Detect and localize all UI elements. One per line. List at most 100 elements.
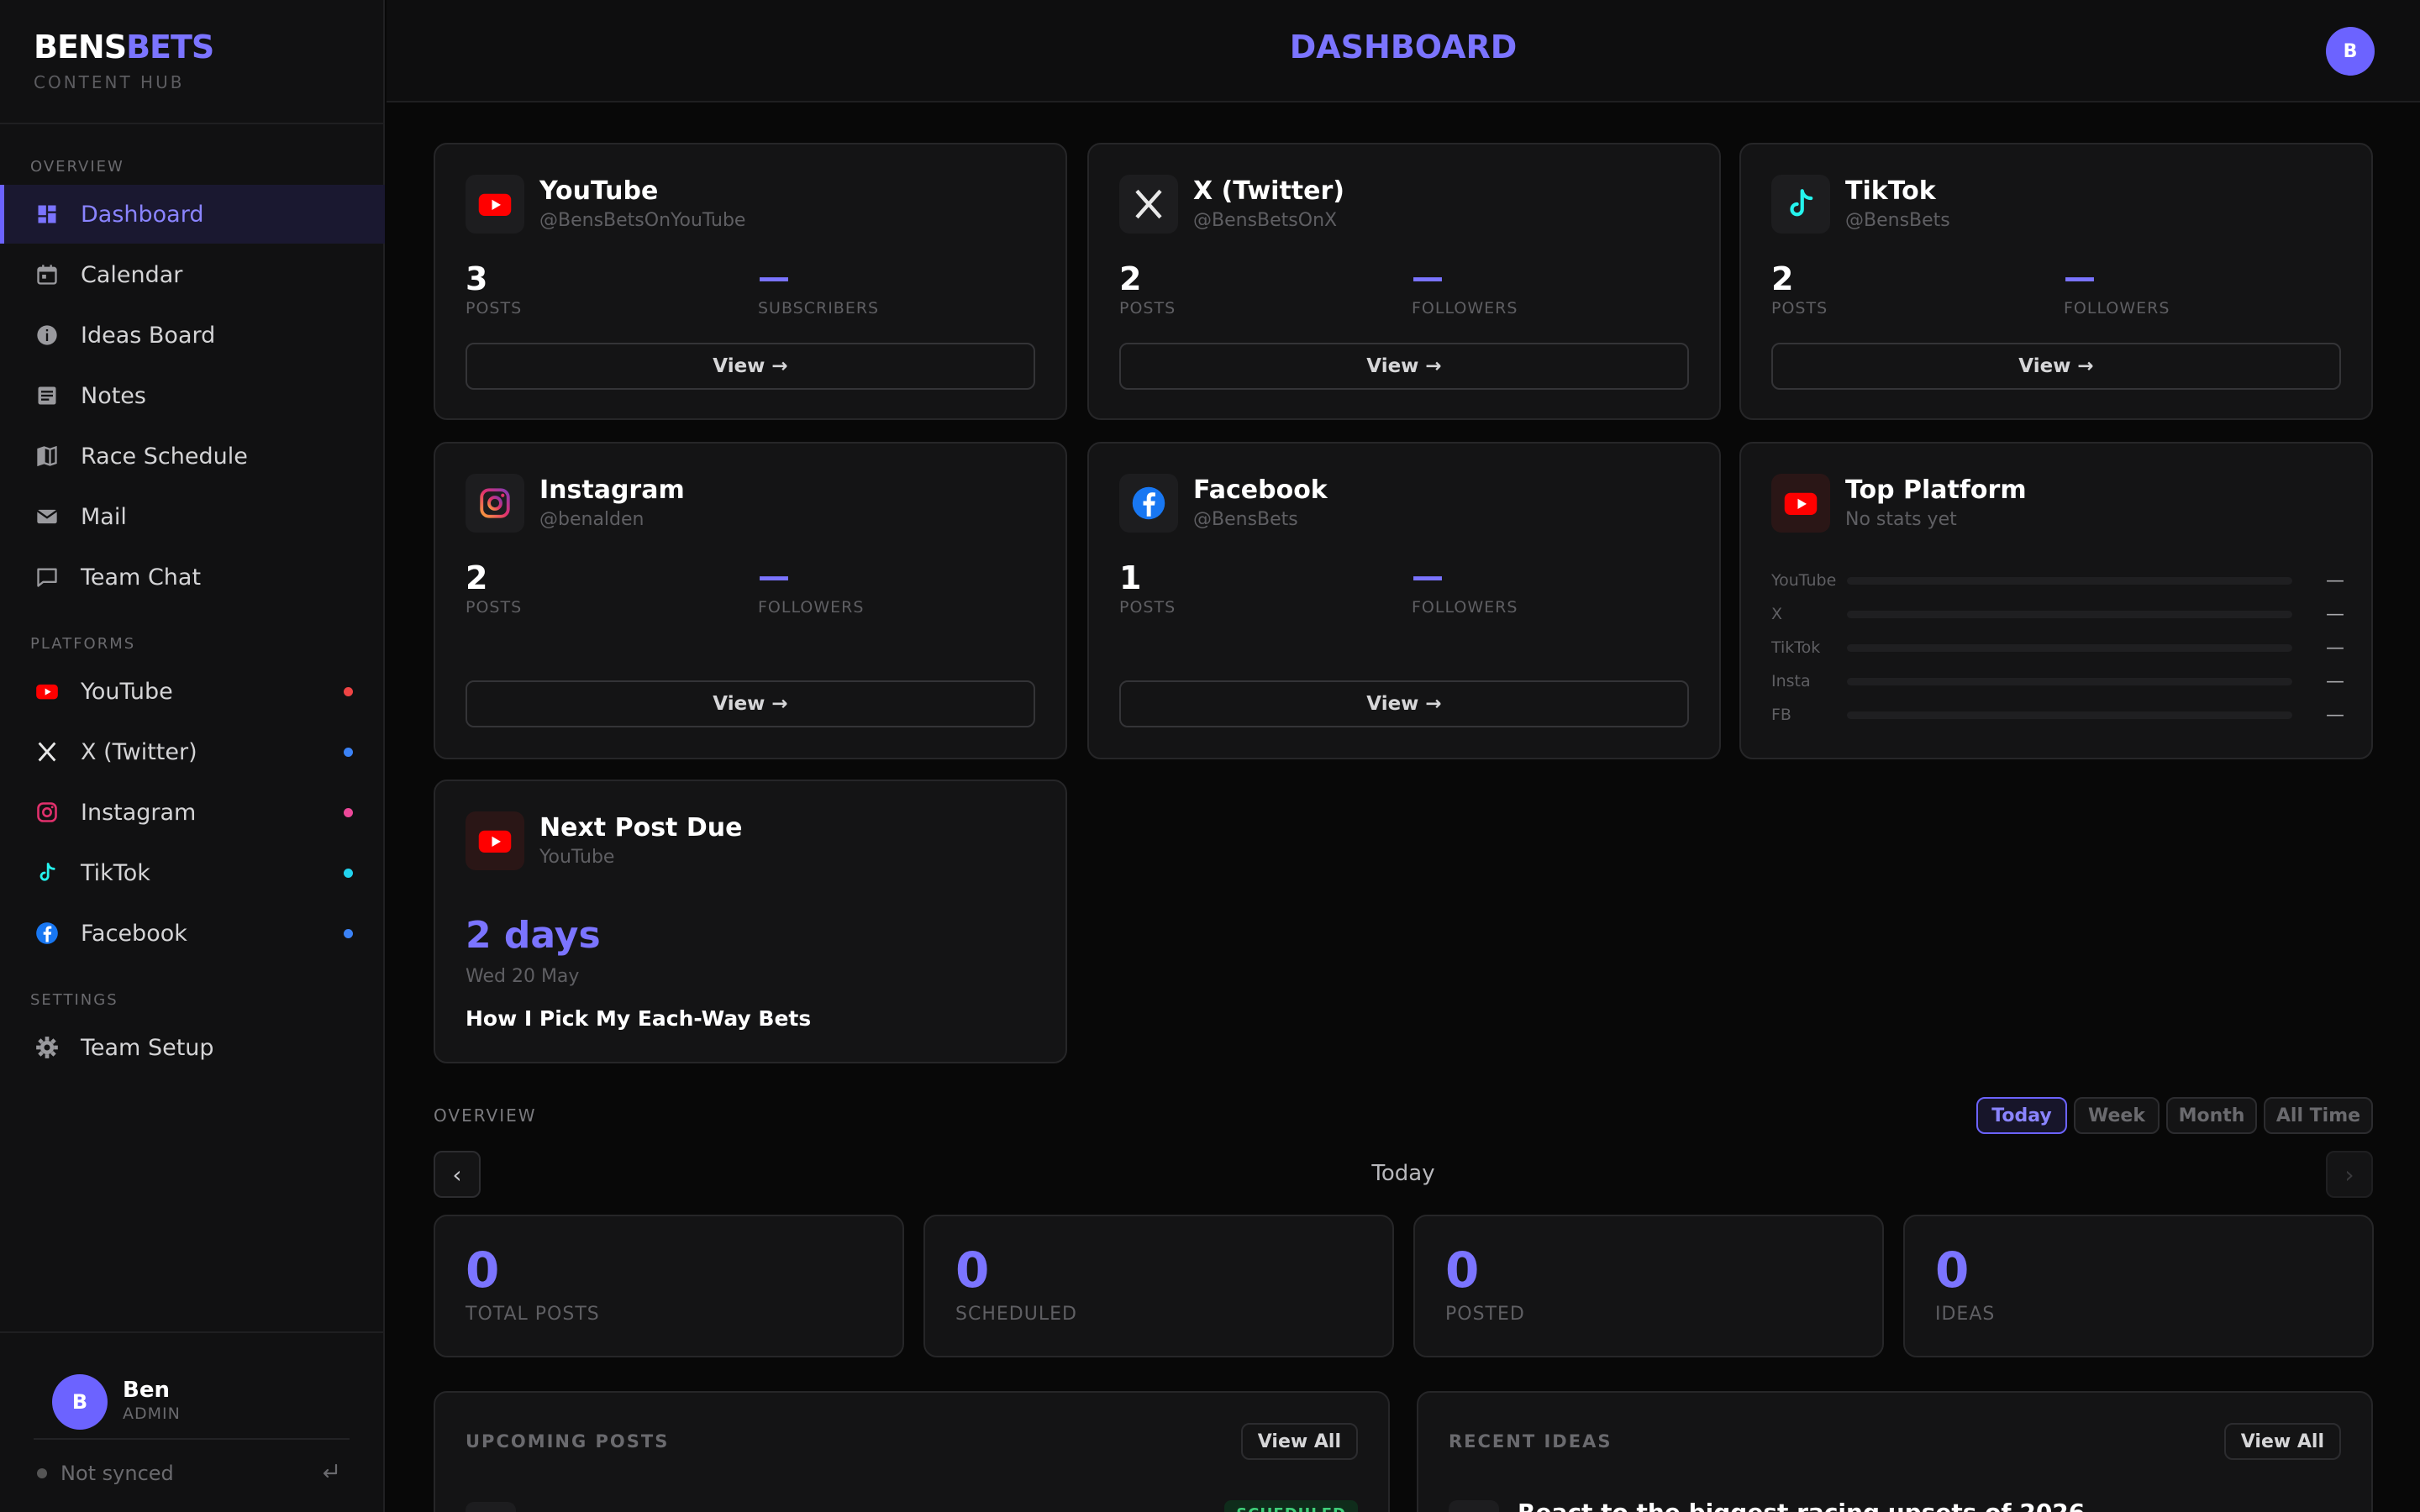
posts-label: POSTS	[466, 598, 523, 617]
platform-card-facebook: Facebook @BensBets 1 POSTS — FOLLOWERS V…	[1087, 442, 1721, 759]
metric-label: SUBSCRIBERS	[758, 299, 880, 318]
metric-value: —	[758, 259, 790, 296]
avatar[interactable]: B	[52, 1374, 108, 1430]
calendar-icon	[35, 263, 59, 286]
stat-card-scheduled: 0 SCHEDULED	[923, 1215, 1394, 1357]
stat-value: 0	[1445, 1242, 1480, 1299]
platform-bar-row: X —	[1771, 603, 2344, 625]
metric-label: FOLLOWERS	[758, 598, 865, 617]
range-button-all-time[interactable]: All Time	[2264, 1097, 2373, 1134]
card-title: Next Post Due	[539, 813, 743, 843]
platform-card-tiktok: TikTok @BensBets 2 POSTS — FOLLOWERS Vie…	[1739, 143, 2373, 420]
sidebar-item-label: Notes	[81, 382, 146, 409]
status-dot	[344, 747, 353, 757]
youtube-icon	[1771, 474, 1830, 533]
stat-label: IDEAS	[1935, 1304, 1996, 1325]
stat-label: TOTAL POSTS	[466, 1304, 600, 1325]
range-button-month[interactable]: Month	[2166, 1097, 2257, 1134]
view-button[interactable]: View →	[466, 343, 1035, 390]
metric-value: —	[1412, 558, 1444, 595]
idea-title[interactable]: React to the biggest racing upsets of 20…	[1518, 1499, 2085, 1512]
sidebar-item-label: Race Schedule	[81, 443, 248, 470]
posts-label: POSTS	[1119, 299, 1176, 318]
youtube-icon	[466, 175, 524, 234]
posts-count: 2	[1119, 260, 1142, 297]
panel-title: RECENT IDEAS	[1449, 1431, 1612, 1452]
sidebar-item-team-chat[interactable]: Team Chat	[0, 548, 385, 606]
bar-value: —	[2326, 670, 2344, 692]
card-title: Top Platform	[1845, 475, 2027, 505]
x-icon	[35, 740, 59, 764]
bar-value: —	[2326, 637, 2344, 659]
brand-logo[interactable]: BENSBETS CONTENT HUB	[34, 29, 214, 92]
sidebar-item-x-twitter[interactable]: X (Twitter)	[0, 722, 385, 781]
sidebar-item-ideas-board[interactable]: Ideas Board	[0, 306, 385, 365]
bar-label: X	[1771, 605, 1783, 623]
posts-label: POSTS	[466, 299, 523, 318]
view-button[interactable]: View →	[1771, 343, 2341, 390]
sidebar-item-race-schedule[interactable]: Race Schedule	[0, 427, 385, 486]
view-button[interactable]: View →	[1119, 343, 1689, 390]
platform-bar-row: TikTok —	[1771, 637, 2344, 659]
sidebar-item-mail[interactable]: Mail	[0, 487, 385, 546]
brand-name: BENSBETS	[34, 29, 214, 66]
youtube-icon	[35, 680, 59, 703]
posts-count: 2	[466, 559, 488, 596]
card-title: Facebook	[1193, 475, 1328, 505]
upcoming-posts-panel: UPCOMING POSTS View All SCHEDULED	[434, 1391, 1390, 1512]
metric-value: —	[2064, 259, 2096, 296]
sidebar-item-label: TikTok	[81, 859, 150, 886]
platform-card-instagram: Instagram @benalden 2 POSTS — FOLLOWERS …	[434, 442, 1067, 759]
facebook-icon	[1119, 474, 1178, 533]
sidebar-item-team-setup[interactable]: Team Setup	[0, 1018, 385, 1077]
sidebar-item-label: Team Chat	[81, 564, 202, 591]
tiktok-icon	[1771, 175, 1830, 234]
stat-card-ideas: 0 IDEAS	[1903, 1215, 2374, 1357]
metric-label: FOLLOWERS	[2064, 299, 2170, 318]
sidebar-item-notes[interactable]: Notes	[0, 366, 385, 425]
sidebar-item-tiktok[interactable]: TikTok	[0, 843, 385, 902]
sidebar-item-instagram[interactable]: Instagram	[0, 783, 385, 842]
view-all-button[interactable]: View All	[2223, 1423, 2341, 1460]
sidebar-item-facebook[interactable]: Facebook	[0, 904, 385, 963]
mail-icon	[35, 505, 59, 528]
bar-track	[1847, 677, 2292, 685]
logout-icon[interactable]	[319, 1462, 339, 1482]
chat-icon	[35, 565, 59, 589]
range-button-today[interactable]: Today	[1976, 1097, 2067, 1134]
divider	[0, 1331, 385, 1333]
dashboard-icon	[35, 202, 59, 226]
sidebar-item-label: Calendar	[81, 261, 183, 288]
next-period-button[interactable]: ›	[2326, 1151, 2373, 1198]
card-handle: @benalden	[539, 509, 644, 530]
sync-status-label: Not synced	[60, 1462, 174, 1485]
metric-label: FOLLOWERS	[1412, 598, 1518, 617]
view-all-button[interactable]: View All	[1240, 1423, 1358, 1460]
card-handle: @BensBetsOnX	[1193, 210, 1338, 231]
post-title: How I Pick My Each-Way Bets	[466, 1006, 812, 1031]
posts-label: POSTS	[1119, 598, 1176, 617]
brand-name-part1: BENS	[34, 29, 127, 66]
card-subtitle: No stats yet	[1845, 509, 1957, 530]
page-title: DASHBOARD	[1289, 29, 1518, 66]
sidebar: BENSBETS CONTENT HUB OVERVIEW Dashboard …	[0, 0, 385, 1512]
brand-name-part2: BETS	[126, 29, 214, 66]
metric-label: FOLLOWERS	[1412, 299, 1518, 318]
view-button[interactable]: View →	[1119, 680, 1689, 727]
stat-value: 0	[1935, 1242, 1970, 1299]
sidebar-item-dashboard[interactable]: Dashboard	[0, 185, 385, 244]
stat-value: 0	[955, 1242, 990, 1299]
status-badge: SCHEDULED	[1224, 1500, 1358, 1512]
sidebar-item-calendar[interactable]: Calendar	[0, 245, 385, 304]
range-button-week[interactable]: Week	[2074, 1097, 2160, 1134]
bar-value: —	[2326, 570, 2344, 591]
sync-status: Not synced	[37, 1462, 174, 1485]
section-label-settings: SETTINGS	[30, 991, 118, 1009]
view-button[interactable]: View →	[466, 680, 1035, 727]
sidebar-item-youtube[interactable]: YouTube	[0, 662, 385, 721]
status-dot	[344, 686, 353, 696]
platform-bar-row: FB —	[1771, 704, 2344, 726]
card-title: TikTok	[1845, 176, 1936, 206]
section-label-platforms: PLATFORMS	[30, 635, 136, 653]
avatar[interactable]: B	[2326, 27, 2375, 76]
